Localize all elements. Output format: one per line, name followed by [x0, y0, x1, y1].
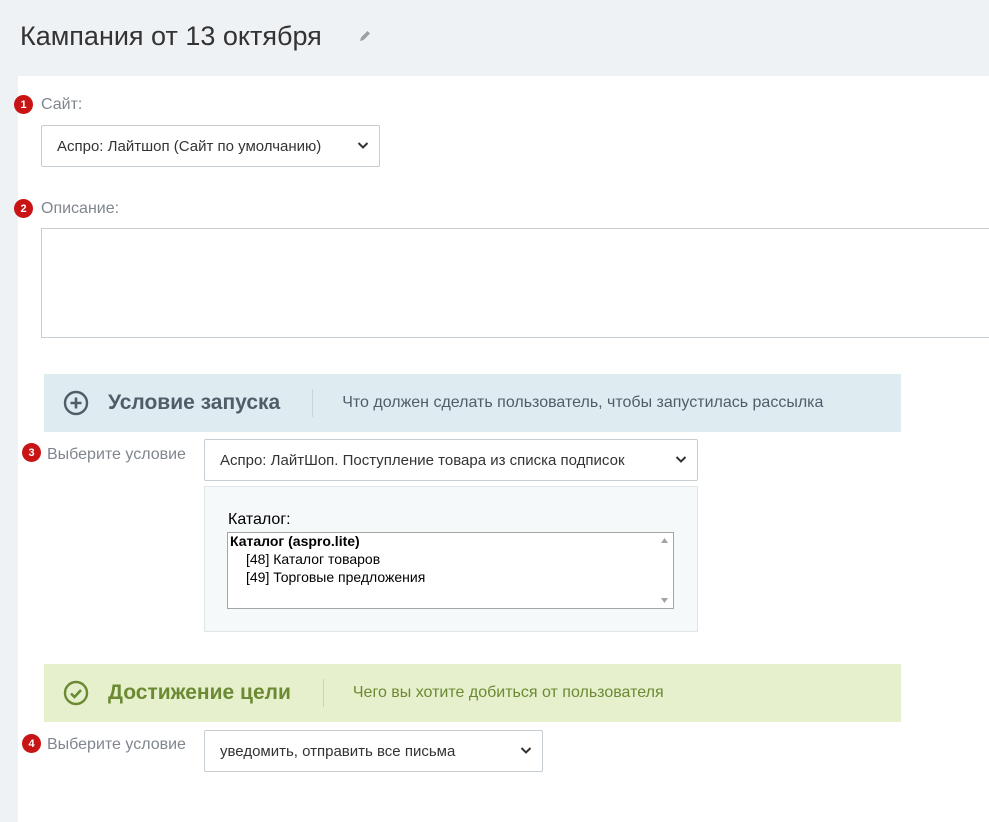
catalog-listbox[interactable]: Каталог (aspro.lite) [48] Каталог товаро… — [227, 532, 674, 609]
goal-condition-value: уведомить, отправить все письма — [220, 742, 456, 760]
scroll-up-icon[interactable] — [661, 538, 668, 543]
catalog-settings-box: Каталог: Каталог (aspro.lite) [48] Катал… — [204, 486, 698, 632]
description-label: Описание: — [41, 200, 120, 217]
page-title: Кампания от 13 октября — [20, 21, 322, 51]
scroll-down-icon[interactable] — [661, 598, 668, 603]
trigger-section-header: Условие запуска Что должен сделать польз… — [44, 374, 901, 432]
goal-section-title: Достижение цели — [108, 681, 291, 704]
chevron-down-icon — [357, 142, 369, 149]
goal-section-header: Достижение цели Чего вы хотите добиться … — [44, 664, 901, 722]
catalog-optgroup: Каталог (aspro.lite) — [230, 533, 360, 549]
site-label: Сайт: — [41, 96, 83, 113]
plus-circle-icon[interactable] — [63, 390, 89, 416]
catalog-label: Каталог: — [228, 511, 291, 528]
description-textarea[interactable] — [41, 228, 989, 338]
trigger-condition-label: Выберите условие — [47, 446, 186, 463]
edit-pencil-icon[interactable] — [358, 29, 372, 43]
trigger-condition-value: Аспро: ЛайтШоп. Поступление товара из сп… — [220, 451, 625, 469]
step-badge: 4 — [22, 734, 41, 753]
step-badge: 3 — [22, 443, 41, 462]
catalog-option[interactable]: [49] Торговые предложения — [246, 569, 425, 585]
divider — [322, 679, 324, 707]
step-badge: 1 — [14, 95, 33, 114]
listbox-scrollbar[interactable] — [657, 534, 672, 607]
chevron-down-icon — [520, 747, 532, 754]
step-badge: 2 — [14, 199, 33, 218]
site-select[interactable]: Аспро: Лайтшоп (Сайт по умолчанию) — [41, 125, 380, 167]
trigger-section-description: Что должен сделать пользователь, чтобы з… — [342, 394, 824, 411]
catalog-option[interactable]: [48] Каталог товаров — [246, 551, 380, 567]
goal-condition-select[interactable]: уведомить, отправить все письма — [204, 730, 543, 772]
check-circle-icon[interactable] — [63, 680, 89, 706]
trigger-condition-select[interactable]: Аспро: ЛайтШоп. Поступление товара из сп… — [204, 439, 698, 481]
trigger-section-title: Условие запуска — [108, 391, 281, 414]
divider — [312, 389, 314, 417]
goal-condition-label: Выберите условие — [47, 736, 186, 753]
site-select-value: Аспро: Лайтшоп (Сайт по умолчанию) — [57, 137, 322, 155]
goal-section-description: Чего вы хотите добиться от пользователя — [352, 684, 664, 701]
chevron-down-icon — [675, 456, 687, 463]
